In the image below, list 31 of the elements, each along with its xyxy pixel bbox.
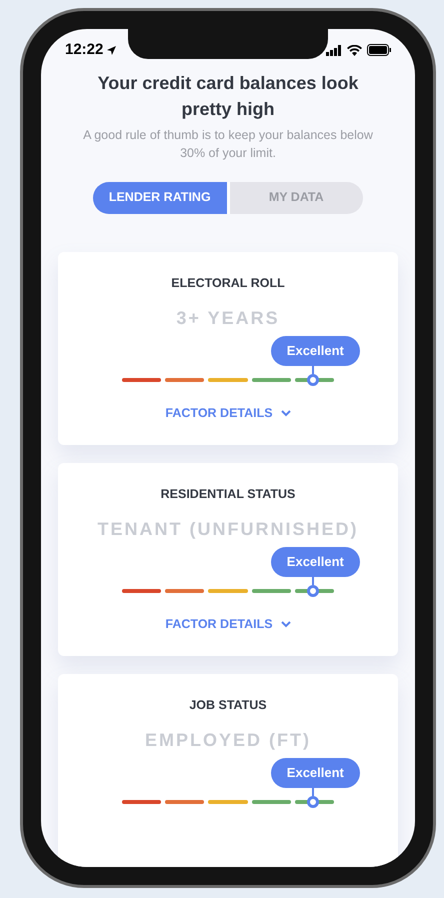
meter-segment [122, 378, 162, 382]
status-time: 12:22 [65, 40, 104, 60]
segment-tab[interactable]: LENDER RATING [93, 182, 230, 214]
factor-name: ELECTORAL ROLL [171, 275, 285, 292]
meter-segment [252, 588, 291, 593]
header-title: Your credit card balances look pretty high [96, 72, 360, 121]
rating-bubble: Excellent [270, 546, 360, 577]
rating-bubble: Excellent [270, 758, 360, 788]
factor-name: RESIDENTIAL STATUS [160, 486, 296, 503]
location-arrow-icon [107, 46, 116, 55]
meter-segment [208, 378, 248, 382]
wifi-icon [347, 44, 362, 56]
meter-segment [165, 800, 204, 804]
chevron-down-icon [280, 410, 291, 417]
meter-segment [252, 800, 291, 804]
meter-segment [208, 800, 248, 804]
factor-details-link[interactable]: FACTOR DETAILS [165, 614, 291, 634]
battery-icon [367, 44, 391, 56]
factor-name: JOB STATUS [189, 697, 267, 714]
meter-segment [252, 378, 291, 382]
segment-tab[interactable]: MY DATA [230, 182, 363, 214]
meter-segment [208, 588, 248, 593]
signal-icon [326, 44, 342, 56]
meter-segment [165, 588, 204, 593]
header-subtitle: A good rule of thumb is to keep your balances below 30% of your limit. [83, 126, 373, 162]
chevron-down-icon [280, 620, 291, 628]
meter-segment [165, 378, 204, 382]
meter-segment [122, 800, 162, 804]
factor-details-link[interactable]: FACTOR DETAILS [165, 404, 291, 422]
meter-segment [122, 588, 162, 593]
rating-bubble: Excellent [270, 336, 360, 366]
